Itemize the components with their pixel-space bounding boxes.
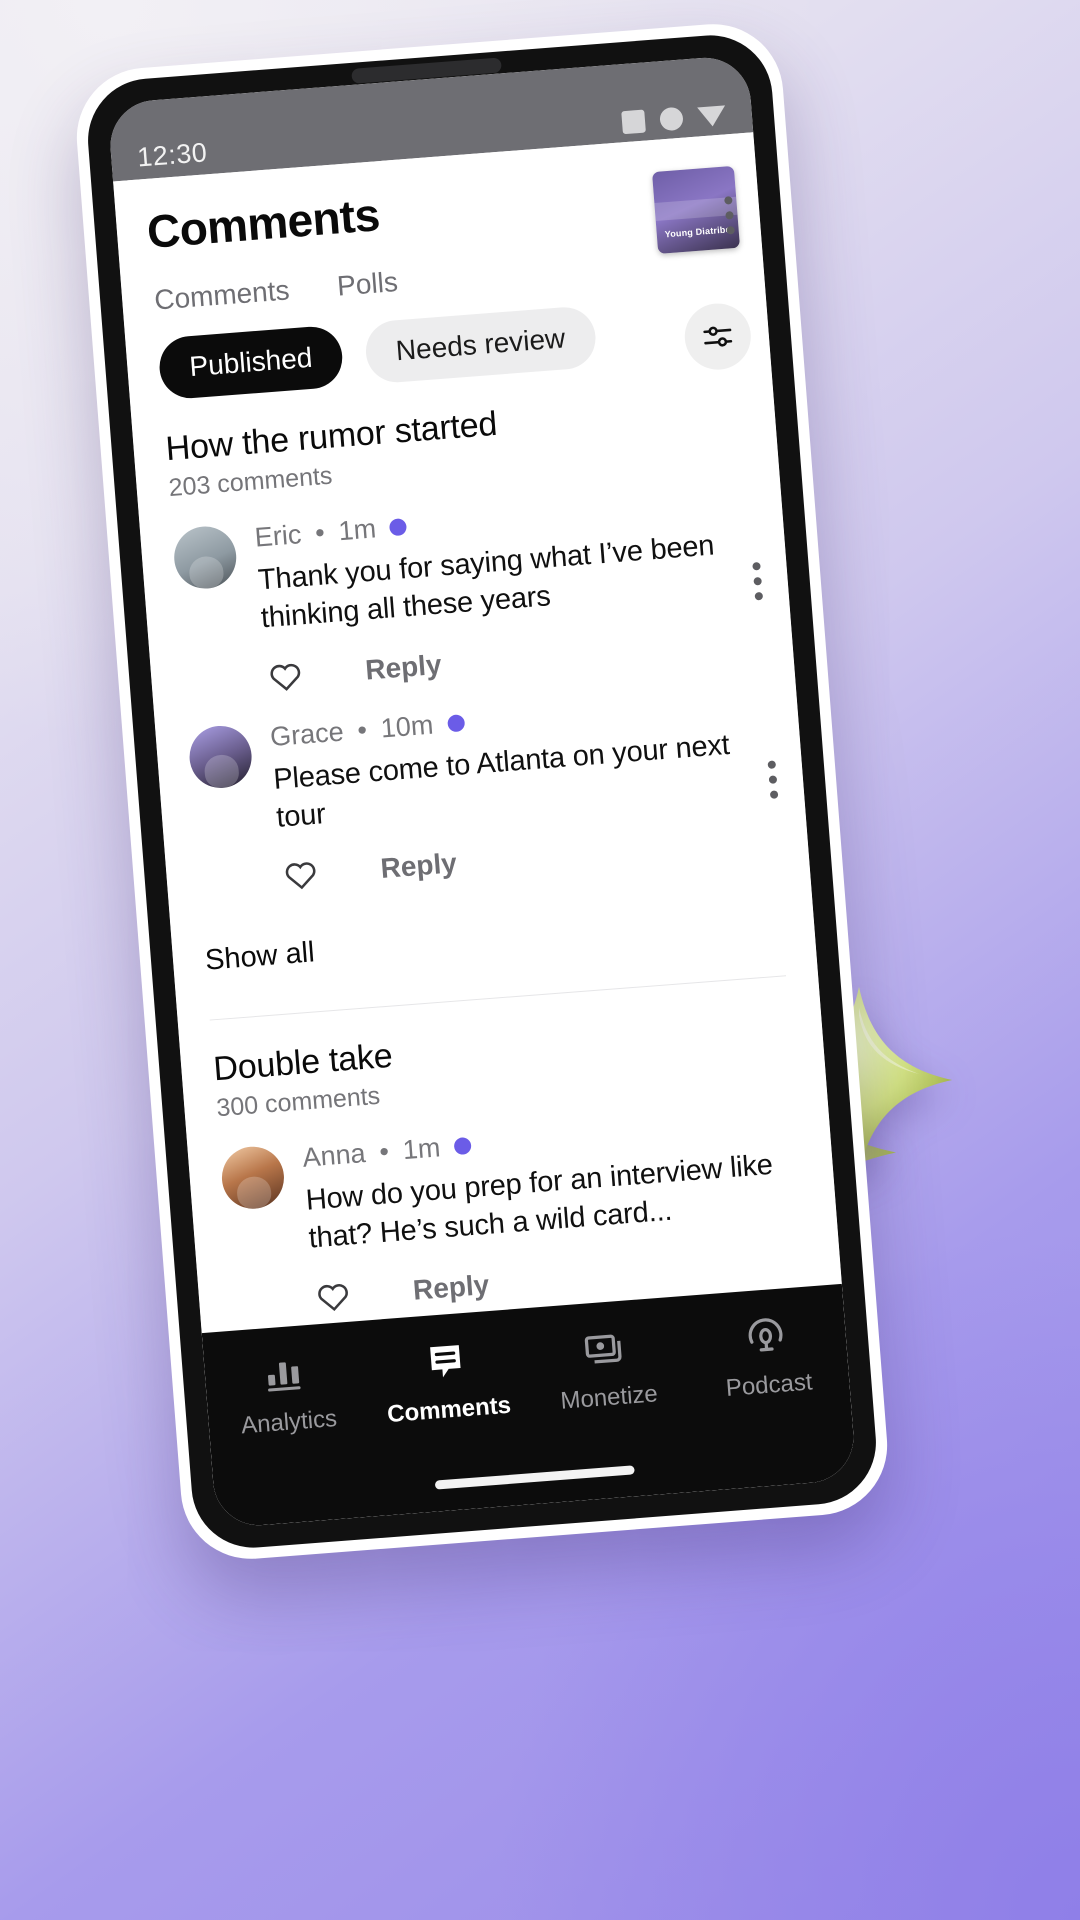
reply-button[interactable]: Reply [364, 648, 442, 686]
comment-time: 1m [401, 1132, 442, 1166]
nav-item-analytics[interactable]: Analytics [204, 1345, 371, 1443]
heart-icon[interactable] [266, 657, 305, 696]
nav-label: Podcast [724, 1368, 814, 1403]
circle-icon [659, 106, 684, 132]
nav-label: Comments [386, 1391, 512, 1429]
nav-item-monetize[interactable]: Monetize [524, 1320, 691, 1418]
heart-icon[interactable] [282, 856, 321, 895]
comment-author: Anna [301, 1138, 367, 1173]
phone-frame-inner: 12:30 Comments Young Diatribe Comments P… [83, 30, 881, 1553]
comment-overflow-menu-icon[interactable] [767, 760, 779, 800]
comment-bubble-icon [429, 1345, 461, 1378]
tab-polls[interactable]: Polls [336, 266, 399, 303]
status-bar-icons [621, 103, 727, 136]
app-content: Comments Young Diatribe Comments Polls P… [113, 132, 857, 1529]
sliders-icon [703, 326, 733, 347]
home-indicator [434, 1465, 635, 1490]
nav-item-podcast[interactable]: Podcast [684, 1308, 851, 1406]
episode-section: How the rumor started 203 comments Eric … [130, 354, 809, 904]
reply-button[interactable]: Reply [412, 1269, 490, 1307]
avatar [219, 1144, 287, 1212]
reply-button[interactable]: Reply [379, 847, 457, 885]
nav-label: Monetize [559, 1380, 659, 1415]
media-stack-icon [585, 1334, 622, 1364]
bar-chart-icon [268, 1362, 301, 1392]
phone-screen: 12:30 Comments Young Diatribe Comments P… [107, 54, 857, 1529]
comment-author: Grace [269, 716, 345, 752]
avatar [187, 723, 254, 790]
meta-dot: • [314, 517, 326, 548]
comment-overflow-menu-icon[interactable] [752, 561, 764, 601]
comment-time: 1m [337, 513, 378, 547]
comment-author: Eric [253, 519, 303, 553]
unread-dot-icon [389, 518, 408, 537]
meta-dot: • [378, 1136, 390, 1167]
nav-item-comments[interactable]: Comments [364, 1332, 531, 1430]
comment-time: 10m [379, 709, 435, 744]
microphone-icon [748, 1318, 783, 1352]
unread-dot-icon [453, 1136, 472, 1156]
meta-dot: • [356, 714, 369, 745]
unread-dot-icon [446, 713, 465, 732]
triangle-down-icon [697, 104, 727, 127]
status-bar-clock: 12:30 [136, 137, 209, 173]
heart-icon[interactable] [314, 1277, 353, 1316]
nav-label: Analytics [240, 1405, 338, 1440]
avatar [171, 524, 239, 591]
square-icon [621, 109, 646, 135]
phone-mockup: 12:30 Comments Young Diatribe Comments P… [71, 19, 893, 1564]
